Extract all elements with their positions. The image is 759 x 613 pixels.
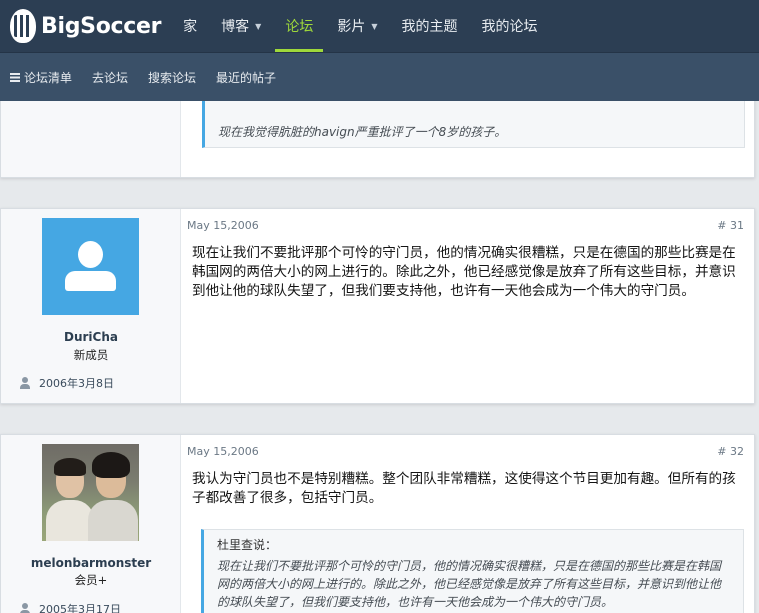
avatar-head-shape <box>78 241 103 268</box>
nav-home-label: 家 <box>183 19 198 35</box>
post-31-user-column: DuriCha 新成员 2006年3月8日 <box>1 209 181 403</box>
nav-my-forums-label: 我的论坛 <box>481 19 538 35</box>
post-31: DuriCha 新成员 2006年3月8日 May 15,2006 # 31 现… <box>0 208 755 404</box>
previous-post-quote-text: 现在我觉得肮脏的havign严重批评了一个8岁的孩子。 <box>218 125 507 139</box>
nav-my-forums[interactable]: 我的论坛 <box>469 0 549 52</box>
subnav-recent-posts-label: 最近的帖子 <box>216 70 277 85</box>
subnav-recent-posts[interactable]: 最近的帖子 <box>206 69 286 86</box>
post-number[interactable]: # 31 <box>717 219 744 232</box>
nav-videos-label: 影片 <box>337 19 366 35</box>
post-32: melonbarmonster 会员+ 2005年3月17日 May 15,20… <box>0 434 755 613</box>
join-date-text: 2006年3月8日 <box>39 377 114 390</box>
join-date: 2005年3月17日 <box>19 601 121 613</box>
person-icon <box>19 603 31 613</box>
avatar-body-shape <box>65 271 116 291</box>
previous-post-content: 现在我觉得肮脏的havign严重批评了一个8岁的孩子。 <box>182 91 754 177</box>
join-date-text: 2005年3月17日 <box>39 603 121 613</box>
nav-my-threads-label: 我的主题 <box>401 19 458 35</box>
chevron-down-icon: ▼ <box>255 21 262 31</box>
avatar[interactable] <box>42 218 139 315</box>
nav-home[interactable]: 家 <box>171 0 209 52</box>
subnav-forum-list[interactable]: 论坛清单 <box>0 69 82 86</box>
post-number[interactable]: # 32 <box>717 445 744 458</box>
post-date[interactable]: May 15,2006 <box>187 445 259 458</box>
post-date[interactable]: May 15,2006 <box>187 219 259 232</box>
site-logo[interactable]: BigSoccer <box>10 0 161 52</box>
sub-navigation: 论坛清单 去论坛 搜索论坛 最近的帖子 <box>0 52 759 101</box>
logo-text: BigSoccer <box>41 13 162 39</box>
post-32-user-column: melonbarmonster 会员+ 2005年3月17日 <box>1 435 181 613</box>
quote-text: 现在让我们不要批评那个可怜的守门员，他的情况确实很糟糕，只是在德国的那些比赛是在… <box>217 559 722 609</box>
quote-author[interactable]: 杜里查说： <box>217 536 277 553</box>
post-message: 我认为守门员也不是特别糟糕。整个团队非常糟糕，这使得这个节目更加有趣。但所有的孩… <box>192 471 736 506</box>
username[interactable]: DuriCha <box>1 330 181 344</box>
avatar[interactable] <box>42 444 139 541</box>
previous-post-user-column <box>1 91 181 177</box>
list-icon <box>10 72 20 82</box>
user-title: 会员+ <box>74 573 108 587</box>
nav-videos[interactable]: 影片 ▼ <box>325 0 389 52</box>
top-navigation: BigSoccer 家 博客 ▼ 论坛 影片 ▼ 我的主题 我的论坛 <box>0 0 759 52</box>
person-icon <box>19 377 31 389</box>
subnav-search-forums-label: 搜索论坛 <box>148 70 197 85</box>
subnav-go-forum[interactable]: 去论坛 <box>82 69 138 86</box>
user-title: 新成员 <box>73 348 109 362</box>
logo-icon <box>10 9 36 43</box>
join-date: 2006年3月8日 <box>19 375 114 391</box>
username[interactable]: melonbarmonster <box>1 556 181 570</box>
nav-blogs[interactable]: 博客 ▼ <box>209 0 273 52</box>
subnav-search-forums[interactable]: 搜索论坛 <box>138 69 206 86</box>
nav-forums[interactable]: 论坛 <box>273 0 325 52</box>
post-32-content: May 15,2006 # 32 我认为守门员也不是特别糟糕。整个团队非常糟糕，… <box>182 435 754 613</box>
post-quote: 杜里查说： 现在让我们不要批评那个可怜的守门员，他的情况确实很糟糕，只是在德国的… <box>201 529 744 613</box>
subnav-forum-list-label: 论坛清单 <box>24 70 73 85</box>
previous-post: 现在我觉得肮脏的havign严重批评了一个8岁的孩子。 <box>0 90 755 178</box>
nav-blogs-label: 博客 <box>221 19 250 35</box>
nav-my-threads[interactable]: 我的主题 <box>389 0 469 52</box>
chevron-down-icon: ▼ <box>371 21 378 31</box>
subnav-go-forum-label: 去论坛 <box>92 70 129 85</box>
post-message: 现在让我们不要批评那个可怜的守门员，他的情况确实很糟糕，只是在德国的那些比赛是在… <box>192 245 736 299</box>
nav-forums-label: 论坛 <box>285 19 314 35</box>
post-31-content: May 15,2006 # 31 现在让我们不要批评那个可怜的守门员，他的情况确… <box>182 209 754 403</box>
